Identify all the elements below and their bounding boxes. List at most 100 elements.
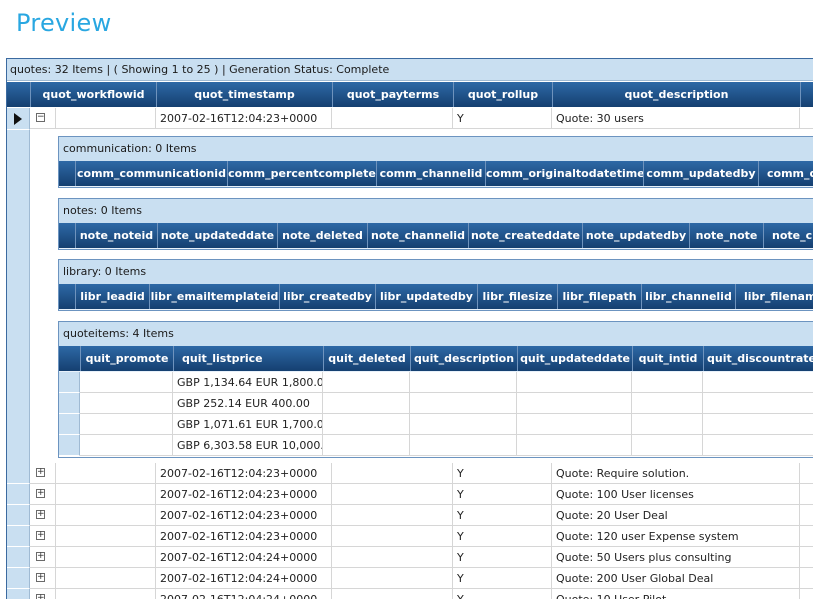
quoteitem-description[interactable] xyxy=(410,414,517,435)
header-quot-description[interactable]: quot_description xyxy=(552,82,800,107)
quoteitem-deleted[interactable] xyxy=(323,435,410,456)
cell-next[interactable] xyxy=(800,547,813,568)
header-libr-channelid[interactable]: libr_channelid xyxy=(641,284,735,309)
cell-timestamp[interactable]: 2007-02-16T12:04:23+0000 xyxy=(156,505,332,526)
cell-next[interactable] xyxy=(800,463,813,484)
quoteitem-discountrate[interactable] xyxy=(703,414,813,435)
header-comm-communicationid[interactable]: comm_communicationid xyxy=(75,161,227,186)
quoteitem-listprice[interactable]: GBP 6,303.58 EUR 10,000.00 xyxy=(173,435,323,456)
quoteitem-deleted[interactable] xyxy=(323,372,410,393)
cell-description[interactable]: Quote: 120 user Expense system xyxy=(552,526,800,547)
quoteitems-row-selector[interactable] xyxy=(59,372,80,393)
header-note-deleted[interactable]: note_deleted xyxy=(277,223,367,248)
cell-workflowid[interactable] xyxy=(56,108,156,129)
header-comm-updatedby[interactable]: comm_updatedby xyxy=(643,161,758,186)
header-note-note[interactable]: note_note xyxy=(689,223,763,248)
expand-icon[interactable]: + xyxy=(36,468,45,477)
expand-icon[interactable]: + xyxy=(36,510,45,519)
quoteitem-intid[interactable] xyxy=(632,372,703,393)
cell-next[interactable] xyxy=(800,108,813,129)
header-quit-description[interactable]: quit_description xyxy=(410,346,517,371)
expand-icon[interactable]: + xyxy=(36,531,45,540)
header-quot-timestamp[interactable]: quot_timestamp xyxy=(156,82,332,107)
row-selector[interactable] xyxy=(7,505,30,526)
header-quot-rollup[interactable]: quot_rollup xyxy=(453,82,552,107)
header-quot-payterms[interactable]: quot_payterms xyxy=(332,82,453,107)
header-comm-originaltodatetime[interactable]: comm_originaltodatetime xyxy=(485,161,643,186)
cell-timestamp[interactable]: 2007-02-16T12:04:23+0000 xyxy=(156,108,332,129)
cell-description[interactable]: Quote: 50 Users plus consulting xyxy=(552,547,800,568)
cell-workflowid[interactable] xyxy=(56,526,156,547)
cell-next[interactable] xyxy=(800,526,813,547)
cell-timestamp[interactable]: 2007-02-16T12:04:23+0000 xyxy=(156,463,332,484)
cell-rollup[interactable]: Y xyxy=(453,108,552,129)
quoteitem-listprice[interactable]: GBP 1,134.64 EUR 1,800.00 xyxy=(173,372,323,393)
cell-rollup[interactable]: Y xyxy=(453,484,552,505)
header-quot-next[interactable]: q xyxy=(800,82,813,107)
header-quot-workflowid[interactable]: quot_workflowid xyxy=(30,82,156,107)
header-comm-percentcomplete[interactable]: comm_percentcomplete xyxy=(227,161,376,186)
header-quit-deleted[interactable]: quit_deleted xyxy=(323,346,410,371)
cell-workflowid[interactable] xyxy=(56,547,156,568)
header-note-createddate[interactable]: note_createddate xyxy=(468,223,582,248)
header-quit-discountrate[interactable]: quit_discountrate xyxy=(703,346,813,371)
quoteitem-description[interactable] xyxy=(410,435,517,456)
cell-payterms[interactable] xyxy=(332,568,453,589)
quoteitem-discountrate[interactable] xyxy=(703,372,813,393)
cell-payterms[interactable] xyxy=(332,484,453,505)
header-comm-channelid[interactable]: comm_channelid xyxy=(376,161,485,186)
row-selector[interactable] xyxy=(7,484,30,505)
cell-payterms[interactable] xyxy=(332,463,453,484)
quoteitem-intid[interactable] xyxy=(632,414,703,435)
cell-description[interactable]: Quote: 30 users xyxy=(552,108,800,129)
cell-timestamp[interactable]: 2007-02-16T12:04:24+0000 xyxy=(156,568,332,589)
cell-workflowid[interactable] xyxy=(56,484,156,505)
cell-rollup[interactable]: Y xyxy=(453,505,552,526)
header-note-noteid[interactable]: note_noteid xyxy=(75,223,157,248)
cell-description[interactable]: Quote: 100 User licenses xyxy=(552,484,800,505)
header-libr-filepath[interactable]: libr_filepath xyxy=(557,284,641,309)
quoteitem-description[interactable] xyxy=(410,372,517,393)
row-selector[interactable] xyxy=(7,547,30,568)
cell-description[interactable]: Quote: 200 User Global Deal xyxy=(552,568,800,589)
quoteitem-intid[interactable] xyxy=(632,393,703,414)
header-comm-next[interactable]: comm_de xyxy=(758,161,813,186)
header-libr-createdby[interactable]: libr_createdby xyxy=(279,284,375,309)
cell-rollup[interactable]: Y xyxy=(453,463,552,484)
expand-icon[interactable]: + xyxy=(36,594,45,599)
header-quit-listprice[interactable]: quit_listprice xyxy=(173,346,323,371)
cell-payterms[interactable] xyxy=(332,505,453,526)
quoteitems-row-selector[interactable] xyxy=(59,435,80,456)
expand-icon[interactable]: + xyxy=(36,573,45,582)
header-quit-updateddate[interactable]: quit_updateddate xyxy=(517,346,632,371)
header-note-updateddate[interactable]: note_updateddate xyxy=(157,223,277,248)
cell-payterms[interactable] xyxy=(332,108,453,129)
header-libr-filesize[interactable]: libr_filesize xyxy=(477,284,557,309)
cell-description[interactable]: Quote: Require solution. xyxy=(552,463,800,484)
collapse-icon[interactable]: − xyxy=(36,113,45,122)
quotes-grid[interactable]: quotes: 32 Items | ( Showing 1 to 25 ) |… xyxy=(6,58,813,599)
quoteitems-row-selector[interactable] xyxy=(59,393,80,414)
cell-rollup[interactable]: Y xyxy=(453,547,552,568)
quoteitem-promote[interactable] xyxy=(80,393,173,414)
cell-payterms[interactable] xyxy=(332,547,453,568)
quoteitem-promote[interactable] xyxy=(80,372,173,393)
expand-icon[interactable]: + xyxy=(36,552,45,561)
quoteitem-intid[interactable] xyxy=(632,435,703,456)
quoteitem-listprice[interactable]: GBP 1,071.61 EUR 1,700.00 xyxy=(173,414,323,435)
quoteitem-listprice[interactable]: GBP 252.14 EUR 400.00 xyxy=(173,393,323,414)
header-libr-leadid[interactable]: libr_leadid xyxy=(75,284,149,309)
quoteitem-promote[interactable] xyxy=(80,414,173,435)
cell-next[interactable] xyxy=(800,484,813,505)
cell-workflowid[interactable] xyxy=(56,568,156,589)
row-selector[interactable] xyxy=(7,526,30,547)
quoteitem-description[interactable] xyxy=(410,393,517,414)
cell-workflowid[interactable] xyxy=(56,505,156,526)
cell-next[interactable] xyxy=(800,568,813,589)
header-libr-emailtemplateid[interactable]: libr_emailtemplateid xyxy=(149,284,279,309)
cell-next[interactable] xyxy=(800,505,813,526)
quoteitem-discountrate[interactable] xyxy=(703,393,813,414)
quoteitem-updateddate[interactable] xyxy=(517,435,632,456)
cell-rollup[interactable]: Y xyxy=(453,568,552,589)
row-selector[interactable] xyxy=(7,463,30,484)
